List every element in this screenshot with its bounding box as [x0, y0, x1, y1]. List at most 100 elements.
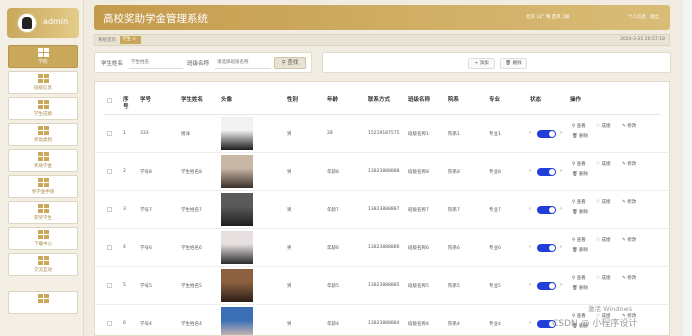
- row-checkbox[interactable]: [107, 283, 112, 288]
- breadcrumb: 系统首页 学生 × 2024-3-25 20:57:18: [94, 34, 670, 46]
- eye-icon: ⚲: [572, 238, 576, 243]
- add-button[interactable]: + 添加: [468, 58, 495, 69]
- cell-class: 班级名称4: [408, 322, 429, 327]
- grade-button[interactable]: ♡ 成绩: [596, 199, 610, 205]
- view-button[interactable]: ⚲ 查看: [572, 275, 586, 281]
- cell-major: 专业8: [489, 170, 501, 175]
- breadcrumb-home[interactable]: 系统首页: [98, 37, 116, 43]
- heart-icon: ♡: [596, 124, 601, 129]
- sidebar-item-class-info[interactable]: 班级信息: [8, 71, 78, 94]
- tab-students[interactable]: 学生 ×: [120, 36, 141, 44]
- cell-dept: 院系6: [448, 246, 460, 251]
- sidebar-item-forum[interactable]: 交流互动: [8, 253, 78, 276]
- cell-name: 学生姓名7: [181, 208, 202, 213]
- edit-icon: ✎: [622, 276, 626, 281]
- grade-button[interactable]: ♡ 成绩: [596, 275, 610, 281]
- page-scrollbar[interactable]: [683, 0, 692, 336]
- status-toggle[interactable]: [537, 130, 556, 138]
- cell-phone: 13823888887: [368, 207, 400, 212]
- delete-button[interactable]: 🗑 删除: [572, 247, 588, 253]
- col-no: 序号: [123, 97, 129, 110]
- view-button[interactable]: ⚲ 查看: [572, 161, 586, 167]
- cell-name: 杨洋: [181, 132, 190, 137]
- cell-age: 28: [327, 131, 333, 136]
- grid-icon: [38, 294, 49, 304]
- status-toggle[interactable]: [537, 282, 556, 290]
- edit-button[interactable]: ✎ 修改: [622, 275, 636, 281]
- status-toggle[interactable]: [537, 206, 556, 214]
- delete-button[interactable]: 🗑 删除: [572, 285, 588, 291]
- delete-button[interactable]: 🗑 删除: [572, 209, 588, 215]
- view-button[interactable]: ⚲ 查看: [572, 237, 586, 243]
- col-status: 状态: [530, 97, 542, 103]
- sidebar-item-grades[interactable]: 学生成绩: [8, 97, 78, 120]
- grid-icon: [38, 126, 49, 136]
- delete-button[interactable]: 🗑 删除: [572, 133, 588, 139]
- view-button[interactable]: ⚲ 查看: [572, 199, 586, 205]
- cell-id: 学号4: [140, 322, 152, 327]
- user-avatar-icon: [17, 13, 37, 33]
- sidebar-item-label: 学院: [38, 60, 48, 65]
- edit-button[interactable]: ✎ 修改: [622, 199, 636, 205]
- sidebar-item-college[interactable]: 学院: [8, 45, 78, 68]
- grade-button[interactable]: ♡ 成绩: [596, 161, 610, 167]
- edit-icon: ✎: [622, 238, 626, 243]
- status-toggle[interactable]: [537, 168, 556, 176]
- cell-class: 班级名称8: [408, 170, 429, 175]
- sidebar-item-downloads[interactable]: 下载中心: [8, 227, 78, 250]
- profile-link[interactable]: 个人信息: [628, 14, 646, 20]
- toggle-on-label: ›: [560, 282, 562, 288]
- cell-id: 学号7: [140, 208, 152, 213]
- row-checkbox[interactable]: [107, 169, 112, 174]
- status-toggle[interactable]: [537, 244, 556, 252]
- find-button[interactable]: ⚲ 查找: [274, 57, 306, 69]
- profile-card[interactable]: admin: [7, 8, 79, 38]
- cell-id: 学号8: [140, 170, 152, 175]
- cell-age: 年龄8: [327, 170, 339, 175]
- cell-dept: 院系7: [448, 208, 460, 213]
- student-name-input[interactable]: [129, 57, 183, 69]
- grade-button[interactable]: ♡ 成绩: [596, 237, 610, 243]
- cell-dept: 院系4: [448, 322, 460, 327]
- cell-no: 2: [123, 169, 126, 174]
- class-name-select[interactable]: [215, 57, 271, 69]
- sidebar-item-more[interactable]: [8, 291, 78, 314]
- eye-icon: ⚲: [572, 162, 576, 167]
- delete-button[interactable]: 🗑 删除: [500, 58, 527, 69]
- student-photo: [221, 117, 253, 150]
- row-checkbox[interactable]: [107, 321, 112, 326]
- eye-icon: ⚲: [572, 124, 576, 129]
- sidebar-item-scholarship[interactable]: 奖助学金: [8, 149, 78, 172]
- view-button[interactable]: ⚲ 查看: [572, 123, 586, 129]
- edit-button[interactable]: ✎ 修改: [622, 123, 636, 129]
- edit-button[interactable]: ✎ 修改: [622, 161, 636, 167]
- col-dept: 院系: [448, 97, 460, 103]
- grid-icon: [38, 230, 49, 240]
- row-checkbox[interactable]: [107, 245, 112, 250]
- edit-button[interactable]: ✎ 修改: [622, 237, 636, 243]
- csdn-watermark: CSDN @ 小程序设计: [552, 319, 638, 329]
- grid-icon: [38, 100, 49, 110]
- table-row: 1 333 杨洋 男 28 15219187575 班级名称1 院系1 专业1 ‹ › ⚲ 查看 ♡ 成…: [95, 115, 669, 153]
- cell-class: 班级名称1: [408, 132, 429, 137]
- row-checkbox[interactable]: [107, 207, 112, 212]
- cell-age: 年龄5: [327, 284, 339, 289]
- sidebar-item-winners[interactable]: 获奖学生: [8, 201, 78, 224]
- sidebar-item-label: 交流互动: [34, 268, 52, 273]
- sidebar-item-award-types[interactable]: 奖助类别: [8, 123, 78, 146]
- sidebar: admin 学院班级信息学生成绩奖助类别奖助学金奖学金申请获奖学生下载中心交流互…: [0, 0, 84, 336]
- logout-link[interactable]: 退出: [650, 14, 659, 20]
- search-panel: 学生姓名 班级名称 ⚲ 查找: [94, 52, 312, 73]
- grade-button[interactable]: ♡ 成绩: [596, 123, 610, 129]
- sidebar-item-label: 下载中心: [34, 242, 52, 247]
- cell-no: 5: [123, 283, 126, 288]
- toggle-on-label: ›: [560, 168, 562, 174]
- cell-age: 年龄7: [327, 208, 339, 213]
- toggle-off-label: ‹: [529, 168, 531, 174]
- cell-class: 班级名称7: [408, 208, 429, 213]
- student-photo: [221, 307, 253, 335]
- delete-button[interactable]: 🗑 删除: [572, 171, 588, 177]
- sidebar-item-application[interactable]: 奖学金申请: [8, 175, 78, 198]
- row-checkbox[interactable]: [107, 131, 112, 136]
- select-all-checkbox[interactable]: [107, 98, 112, 103]
